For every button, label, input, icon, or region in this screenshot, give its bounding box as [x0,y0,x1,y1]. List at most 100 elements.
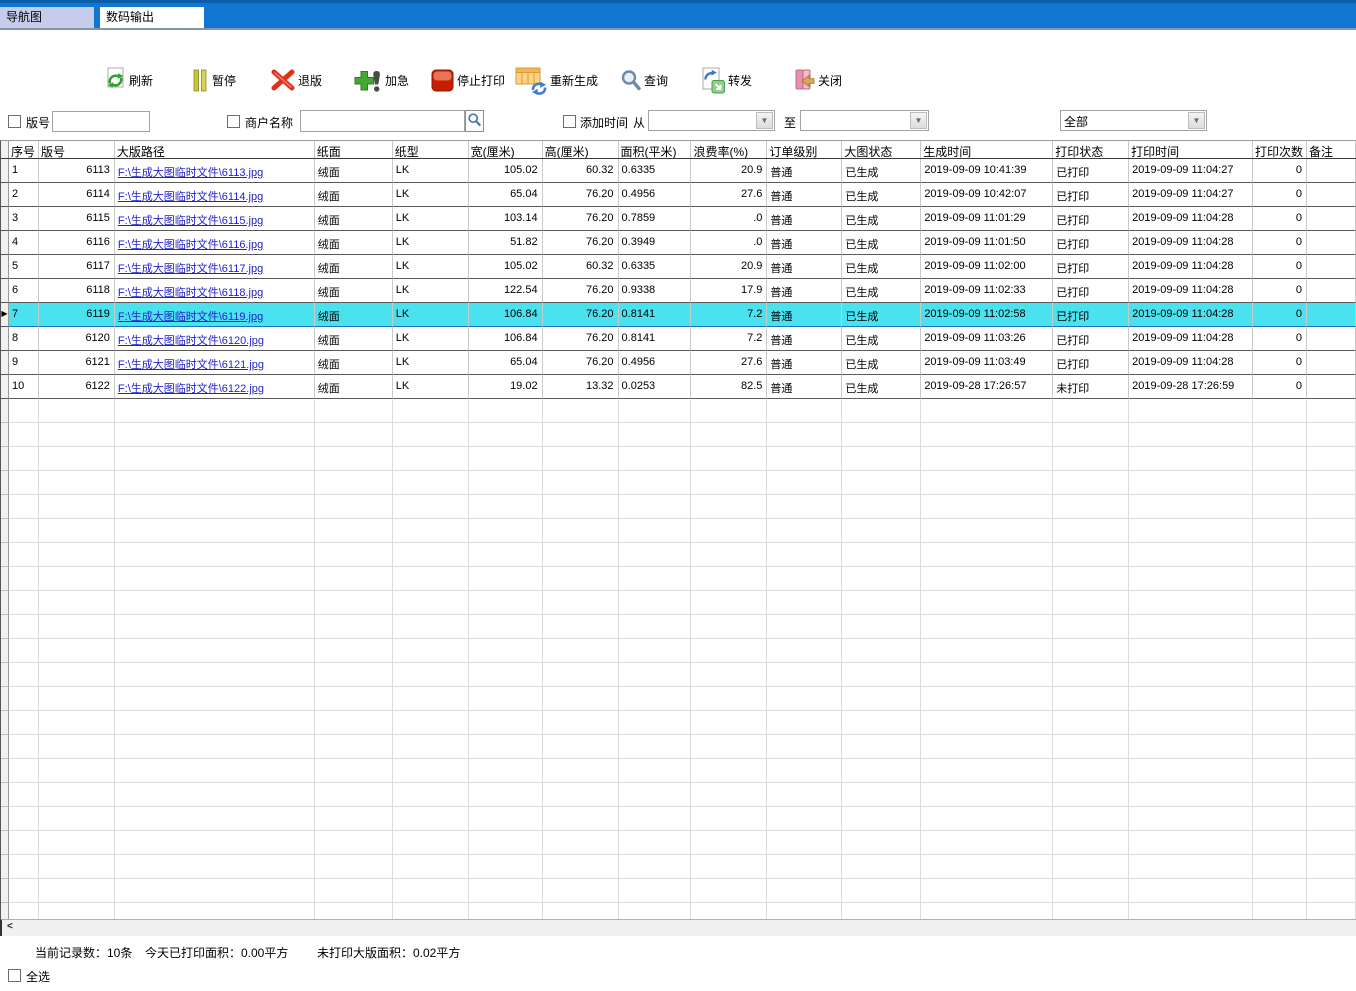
plate-path-link[interactable]: F:\生成大图临时文件\6115.jpg [118,215,263,227]
regenerate-button[interactable]: 重新生成 [515,60,598,100]
column-header[interactable]: 打印次数 [1253,141,1307,158]
status-filter-select[interactable]: 全部 ▼ [1060,110,1207,131]
pause-button[interactable]: 暂停 [190,60,236,100]
close-button[interactable]: 关闭 [789,60,842,100]
table-cell [1129,903,1253,920]
plate-path-link[interactable]: F:\生成大图临时文件\6114.jpg [118,191,263,203]
table-cell [543,519,619,543]
from-date-select[interactable]: ▼ [648,110,775,131]
table-cell: 0.4956 [619,351,692,375]
table-cell [767,639,842,663]
table-row[interactable]: 106122F:\生成大图临时文件\6122.jpg绒面LK19.0213.32… [1,375,1356,399]
table-cell [842,519,921,543]
column-header[interactable]: 纸面 [315,141,393,158]
column-header[interactable]: 浪费率(%) [691,141,767,158]
table-cell [9,855,39,879]
column-header[interactable]: 大版路径 [115,141,315,158]
forward-button[interactable]: 转发 [699,60,752,100]
table-cell: 4 [9,231,39,255]
table-cell [115,495,315,519]
table-cell [39,567,115,591]
column-header[interactable]: 宽(厘米) [469,141,543,158]
table-cell: 2019-09-09 11:04:27 [1129,159,1253,183]
table-row[interactable]: 56117F:\生成大图临时文件\6117.jpg绒面LK105.0260.32… [1,255,1356,279]
merchant-search-button[interactable] [465,110,484,132]
query-button[interactable]: 查询 [620,60,668,100]
column-header[interactable]: 生成时间 [921,141,1053,158]
column-header[interactable]: 订单级别 [767,141,842,158]
column-header[interactable]: 版号 [39,141,115,158]
column-header[interactable]: 纸型 [393,141,469,158]
table-cell [619,447,692,471]
data-grid: 序号版号大版路径纸面纸型宽(厘米)高(厘米)面积(平米)浪费率(%)订单级别大图… [0,140,1356,920]
table-cell [1129,831,1253,855]
table-cell [767,399,842,423]
table-cell [619,855,692,879]
table-cell [619,783,692,807]
scroll-left-icon[interactable]: < [7,921,13,932]
row-marker [1,159,9,183]
rush-button[interactable]: 加急 [352,60,409,100]
chevron-down-icon[interactable]: ▼ [756,112,773,129]
table-cell: LK [393,327,469,351]
plate-path-link[interactable]: F:\生成大图临时文件\6116.jpg [118,239,263,251]
add-time-checkbox[interactable] [563,115,576,128]
table-cell [9,423,39,447]
table-cell [543,423,619,447]
table-cell [393,591,469,615]
column-header[interactable]: 打印时间 [1129,141,1253,158]
column-header[interactable]: 备注 [1307,141,1356,158]
table-cell [393,567,469,591]
table-cell: 19.02 [469,375,543,399]
horizontal-scrollbar[interactable]: < [0,919,1356,936]
chevron-down-icon[interactable]: ▼ [910,112,927,129]
table-row[interactable]: 16113F:\生成大图临时文件\6113.jpg绒面LK105.0260.32… [1,159,1356,183]
table-cell [1129,759,1253,783]
table-cell [1053,423,1129,447]
plate-path-link[interactable]: F:\生成大图临时文件\6121.jpg [118,359,264,371]
merchant-checkbox[interactable] [227,115,240,128]
table-cell [393,543,469,567]
plate-path-link[interactable]: F:\生成大图临时文件\6122.jpg [118,383,264,395]
column-header[interactable]: 序号 [9,141,39,158]
table-cell [619,687,692,711]
plate-no-input[interactable] [52,111,150,132]
plate-path-link[interactable]: F:\生成大图临时文件\6118.jpg [118,287,263,299]
to-date-select[interactable]: ▼ [800,110,929,131]
empty-row [1,447,1356,471]
table-row[interactable]: 86120F:\生成大图临时文件\6120.jpg绒面LK106.8476.20… [1,327,1356,351]
table-row[interactable]: 36115F:\生成大图临时文件\6115.jpg绒面LK103.1476.20… [1,207,1356,231]
table-cell [115,903,315,920]
empty-row [1,759,1356,783]
column-header[interactable]: 大图状态 [842,141,921,158]
column-header[interactable]: 高(厘米) [543,141,619,158]
tab-navigation-map[interactable]: 导航图 [0,7,94,28]
column-header[interactable]: 打印状态 [1053,141,1129,158]
stop-print-button[interactable]: 停止打印 [430,60,505,100]
plate-no-checkbox[interactable] [8,115,21,128]
merchant-input[interactable] [300,110,465,132]
table-row[interactable]: 66118F:\生成大图临时文件\6118.jpg绒面LK122.5476.20… [1,279,1356,303]
table-row[interactable]: ▶76119F:\生成大图临时文件\6119.jpg绒面LK106.8476.2… [1,303,1356,327]
tab-digital-output[interactable]: 数码输出 [100,7,204,28]
plate-path-link[interactable]: F:\生成大图临时文件\6120.jpg [118,335,264,347]
row-marker [1,327,9,351]
select-all-checkbox[interactable] [8,969,21,982]
chevron-down-icon[interactable]: ▼ [1188,112,1205,129]
table-cell [691,423,767,447]
return-plate-button[interactable]: 退版 [270,60,322,100]
table-row[interactable]: 96121F:\生成大图临时文件\6121.jpg绒面LK65.0476.200… [1,351,1356,375]
plate-path-link[interactable]: F:\生成大图临时文件\6113.jpg [118,167,263,179]
plate-path-link[interactable]: F:\生成大图临时文件\6117.jpg [118,263,263,275]
refresh-button[interactable]: 刷新 [104,60,153,100]
table-row[interactable]: 26114F:\生成大图临时文件\6114.jpg绒面LK65.0476.200… [1,183,1356,207]
table-cell [393,879,469,903]
empty-row [1,639,1356,663]
table-row[interactable]: 46116F:\生成大图临时文件\6116.jpg绒面LK51.8276.200… [1,231,1356,255]
table-cell [1053,831,1129,855]
table-cell: 2019-09-28 17:26:57 [921,375,1053,399]
table-cell: .0 [691,207,767,231]
plate-path-link[interactable]: F:\生成大图临时文件\6119.jpg [118,311,263,323]
table-cell: 已生成 [842,303,921,327]
column-header[interactable]: 面积(平米) [619,141,692,158]
